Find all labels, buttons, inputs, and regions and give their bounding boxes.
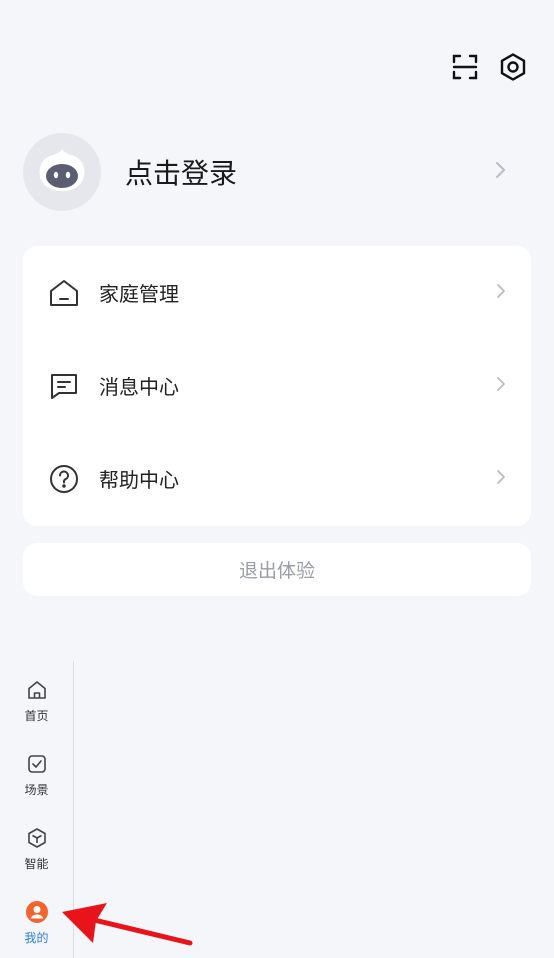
chevron-right-icon [495,468,507,490]
robot-avatar-icon [39,149,85,191]
tab-label: 我的 [24,931,49,945]
login-label: 点击登录 [125,157,238,190]
tab-scenes[interactable]: 场景 [0,735,73,809]
cube-icon [24,825,50,851]
checkbox-icon [24,751,50,777]
tab-label: 场景 [24,783,49,797]
menu-card: 家庭管理 消息中心 帮助中心 [23,246,531,526]
menu-item-messages[interactable]: 消息中心 [23,339,531,432]
tab-label: 首页 [24,709,49,723]
avatar [23,133,101,211]
home-icon [47,276,81,310]
settings-icon[interactable] [498,52,528,82]
user-icon [24,899,50,925]
menu-item-help[interactable]: 帮助中心 [23,432,531,525]
menu-item-label: 消息中心 [99,375,179,399]
menu-item-label: 帮助中心 [99,468,179,492]
chevron-right-icon [494,160,508,184]
menu-item-family[interactable]: 家庭管理 [23,246,531,339]
annotation-arrow-icon [62,903,193,946]
menu-item-label: 家庭管理 [99,282,179,306]
tab-smart[interactable]: 智能 [0,809,73,883]
home-icon [24,677,50,703]
chevron-right-icon [495,282,507,304]
scan-icon[interactable] [450,52,480,82]
chevron-right-icon [495,375,507,397]
tab-home[interactable]: 首页 [0,661,73,735]
message-icon [47,369,81,403]
tab-label: 智能 [24,857,49,871]
exit-experience-button[interactable]: 退出体验 [23,543,531,596]
header-actions [450,52,528,82]
login-row[interactable]: 点击登录 [23,133,508,211]
help-icon [47,462,81,496]
